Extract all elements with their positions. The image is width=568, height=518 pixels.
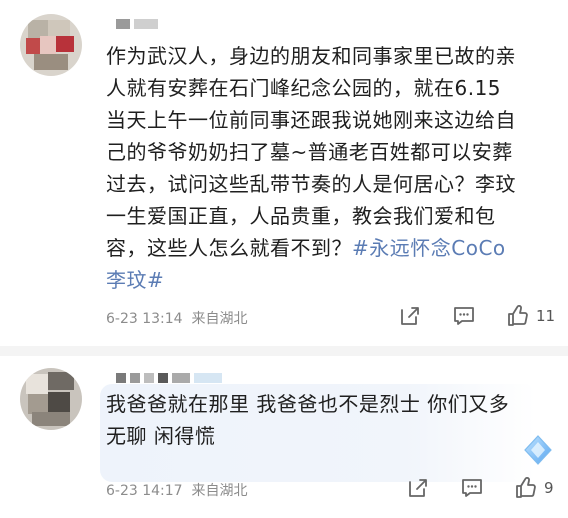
comment-line: 容，这些人怎么就看不到？#永远怀念CoCo — [106, 232, 546, 264]
like-count: 11 — [536, 307, 556, 325]
comment-icon[interactable] — [452, 304, 476, 328]
comment-line: 作为武汉人，身边的朋友和同事家里已故的亲 — [106, 44, 516, 68]
username-obscured[interactable] — [116, 14, 162, 33]
diamond-sparkle-icon[interactable] — [520, 432, 556, 468]
comment-meta: 6-23 14:17 来自湖北 — [106, 480, 247, 500]
location: 来自湖北 — [191, 311, 248, 327]
share-icon[interactable] — [406, 476, 430, 500]
hashtag-link[interactable]: #永远怀念CoCo — [352, 236, 506, 260]
comment-line: 己的爷爷奶奶扫了墓~普通老百姓都可以安葬 — [106, 140, 513, 164]
comment-line: 人就有安葬在石门峰纪念公园的，就在6.15 — [106, 76, 502, 100]
avatar[interactable] — [20, 14, 82, 76]
comment-line: 当天上午一位前同事还跟我说她刚来这边给自 — [106, 108, 516, 132]
share-icon[interactable] — [398, 304, 422, 328]
like-count: 9 — [544, 479, 554, 497]
comment-text: 作为武汉人，身边的朋友和同事家里已故的亲 人就有安葬在石门峰纪念公园的，就在6.… — [106, 40, 546, 296]
comment-line: 我爸爸就在那里 我爸爸也不是烈士 你们又多 — [106, 392, 510, 416]
comment-line-text: 容，这些人怎么就看不到？ — [106, 236, 352, 260]
timestamp: 6-23 14:17 — [106, 483, 183, 499]
comment-actions: 11 — [398, 304, 555, 328]
location: 来自湖北 — [191, 483, 248, 499]
avatar[interactable] — [20, 368, 82, 430]
comment-item: 作为武汉人，身边的朋友和同事家里已故的亲 人就有安葬在石门峰纪念公园的，就在6.… — [0, 0, 568, 346]
comment-item: 我爸爸就在那里 我爸爸也不是烈士 你们又多 无聊 闲得慌 6-23 14:17 … — [0, 358, 568, 518]
comment-actions: 9 — [406, 476, 554, 500]
comment-meta: 6-23 13:14 来自湖北 — [106, 308, 247, 328]
hashtag-link[interactable]: 李玟# — [106, 264, 546, 296]
comment-line: 一生爱国正直，人品贵重，教会我们爱和包 — [106, 204, 496, 228]
comment-text: 我爸爸就在那里 我爸爸也不是烈士 你们又多 无聊 闲得慌 — [106, 388, 536, 452]
comment-line: 无聊 闲得慌 — [106, 424, 216, 448]
comment-line: 过去，试问这些乱带节奏的人是何居心？李玟 — [106, 172, 516, 196]
like-button[interactable]: 11 — [506, 304, 555, 328]
thumbs-up-icon[interactable] — [506, 304, 530, 328]
comment-divider — [0, 346, 568, 356]
comment-icon[interactable] — [460, 476, 484, 500]
like-button[interactable]: 9 — [514, 476, 554, 500]
timestamp: 6-23 13:14 — [106, 311, 183, 327]
thumbs-up-icon[interactable] — [514, 476, 538, 500]
